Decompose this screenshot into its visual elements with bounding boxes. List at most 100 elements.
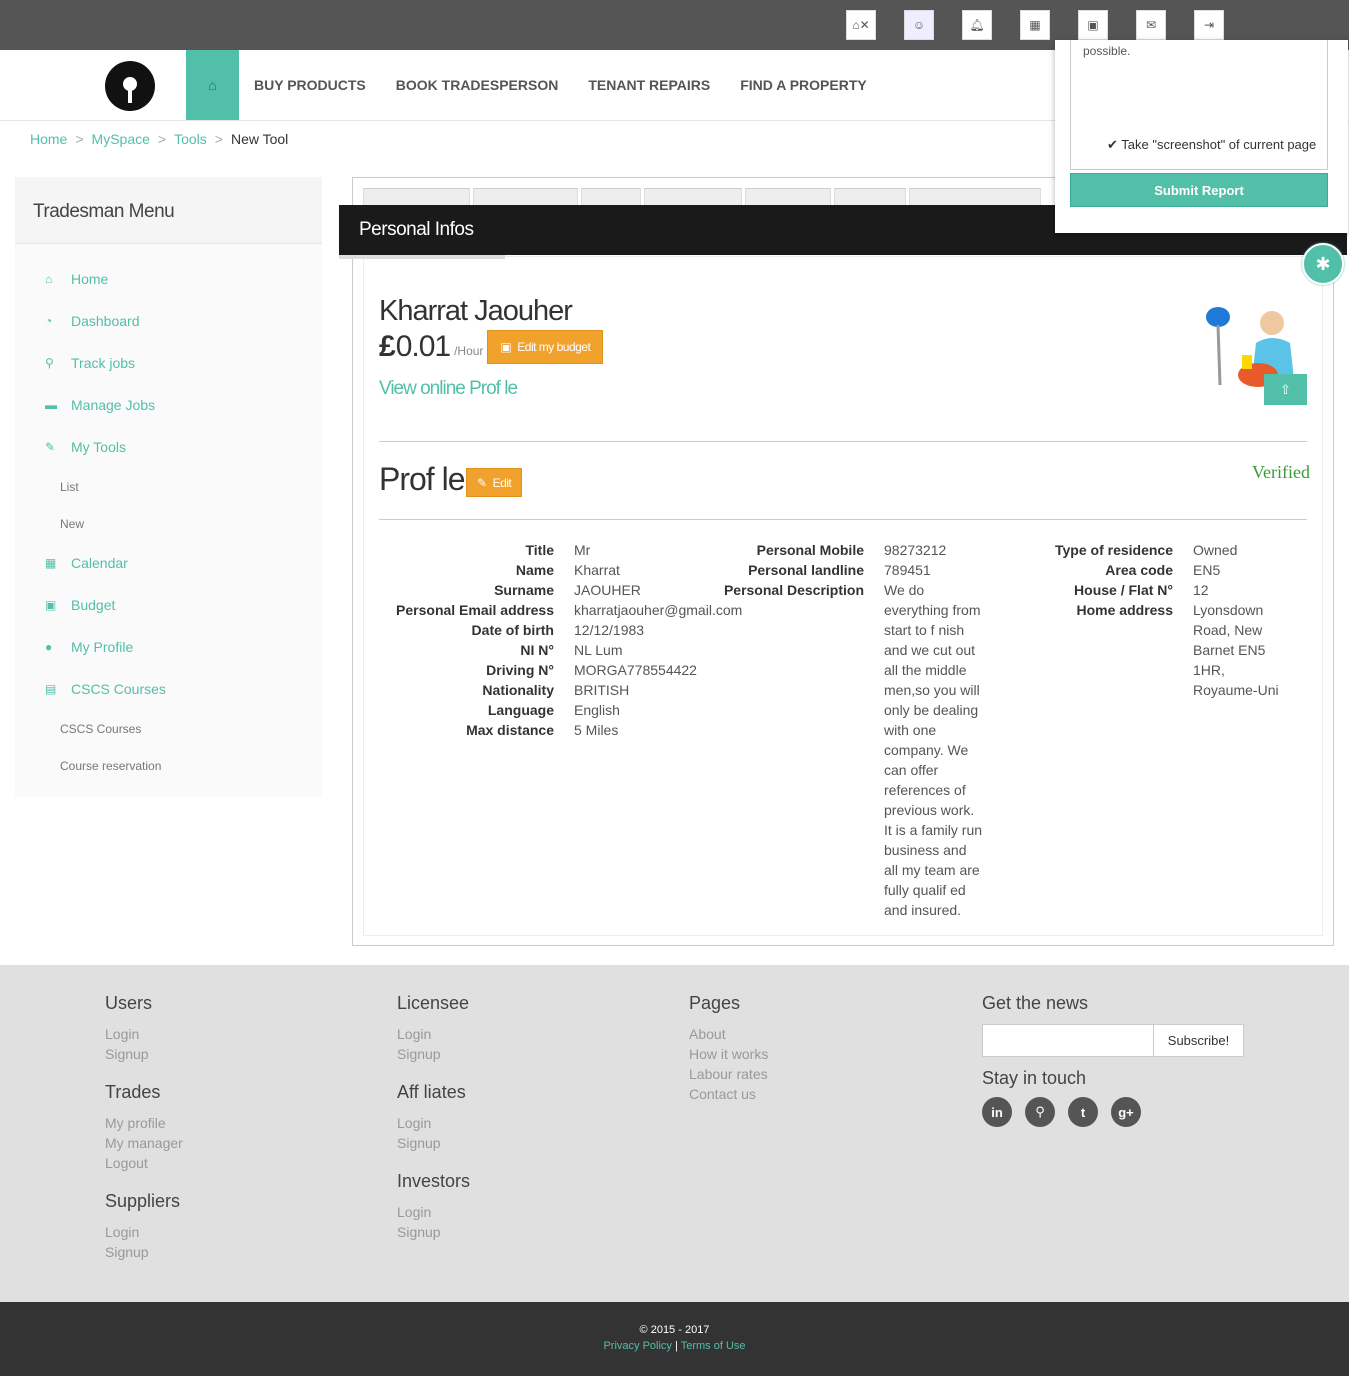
legal-links: Privacy Policy | Terms of Use [0,1340,1349,1352]
mail-icon[interactable]: ✉ [1136,10,1166,40]
linkedin-icon[interactable]: in [982,1097,1012,1127]
footer-link-how-it-works[interactable]: How it works [689,1044,768,1064]
person-name: Kharrat Jaouher [379,295,573,327]
detail-row: Area code EN5 [1000,560,1293,580]
sidebar-item-track-jobs[interactable]: ⚲ Track jobs [15,342,322,384]
footer-link-login[interactable]: Login [397,1024,470,1044]
subscribe-button[interactable]: Subscribe! [1154,1024,1244,1057]
map-marker-icon[interactable]: ⚲ [1025,1097,1055,1127]
bug-report-toggle[interactable]: ✱ [1302,243,1344,285]
tab[interactable] [745,188,831,206]
sidebar-subitem-new[interactable]: New [15,505,322,542]
sidebar-item-calendar[interactable]: ▦ Calendar [15,542,322,584]
tab[interactable] [363,188,470,206]
detail-row: Nationality BRITISH [379,680,734,700]
sidebar-item-cscs-courses[interactable]: ▤ CSCS Courses [15,668,322,710]
footer-heading: Licensee [397,993,470,1013]
tab[interactable] [473,188,578,206]
breadcrumb-tools[interactable]: Tools [174,131,207,147]
detail-row: Personal Email address kharratjaouher@gma… [379,600,742,620]
sidebar-item-manage-jobs[interactable]: ▬ Manage Jobs [15,384,322,426]
top-icons: ⌂✕ ☺ 🔔︎ ▦ ▣ ✉ ⇥ [846,10,1224,40]
logo[interactable] [105,61,155,111]
breadcrumb-separator: > [214,131,223,147]
divider [379,441,1307,442]
nav-tenant-repairs[interactable]: TENANT REPAIRS [588,77,710,93]
edit-profile-button[interactable]: ✎ Edit [466,468,523,497]
home-icon[interactable]: ⌂✕ [846,10,876,40]
bell-icon[interactable]: 🔔︎ [962,10,992,40]
twitter-icon[interactable]: t [1068,1097,1098,1127]
google-plus-icon[interactable]: g+ [1111,1097,1141,1127]
detail-row: Personal landline 789451 [690,560,984,580]
footer-link-signup[interactable]: Signup [105,1044,183,1064]
footer-link-signup[interactable]: Signup [397,1044,470,1064]
calendar-icon[interactable]: ▦ [1020,10,1050,40]
sign-out-icon[interactable]: ⇥ [1194,10,1224,40]
tab[interactable] [909,188,1041,206]
sidebar-item-my-tools[interactable]: ✎ My Tools [15,426,322,468]
sidebar-subitem-list[interactable]: List [15,468,322,505]
detail-value: Lyonsdown Road, New Barnet EN5 1HR, Roya… [1193,602,1279,698]
detail-value: 12 [1193,582,1209,598]
nav-home-button[interactable]: ⌂ [186,50,239,120]
sidebar-subitem-course-reservation[interactable]: Course reservation [15,747,322,784]
footer-link-login[interactable]: Login [105,1024,183,1044]
detail-label: Personal Email address [396,602,554,618]
breadcrumb-myspace[interactable]: MySpace [92,131,150,147]
footer-column-users: Users Login Signup Trades My profile My … [105,993,183,1280]
home-icon: ⌂ [45,272,53,286]
sidebar-item-dashboard[interactable]: ◔ Dashboard [15,300,322,342]
footer-column-pages: Pages About How it works Labour rates Co… [689,993,768,1122]
footer-link-my-profile[interactable]: My profile [105,1113,183,1133]
screenshot-checkbox[interactable]: ✔ Take "screenshot" of current page [1107,137,1316,153]
tab-strip [363,188,1041,206]
footer-link-about[interactable]: About [689,1024,768,1044]
submit-report-button[interactable]: Submit Report [1070,173,1328,207]
details-column-residence: Type of residence Owned Area code EN5 Hous… [1000,540,1293,700]
hourly-rate: £ 0.01 /Hour ▣ Edit my budget [379,330,604,364]
detail-row: Max distance 5 Miles [379,720,734,740]
nav-buy-products[interactable]: BUY PRODUCTS [254,77,366,93]
footer-link-my-manager[interactable]: My manager [105,1133,183,1153]
detail-row: NI N° NL Lum [379,640,734,660]
footer-link-login[interactable]: Login [397,1202,470,1222]
upload-photo-button[interactable]: ⇧ [1264,374,1307,405]
footer: Users Login Signup Trades My profile My … [0,965,1349,1302]
footer-link-login[interactable]: Login [397,1113,470,1133]
truck-icon: ▬ [45,398,57,412]
newsletter-email-input[interactable] [982,1024,1154,1057]
breadcrumb-home[interactable]: Home [30,131,67,147]
edit-budget-button[interactable]: ▣ Edit my budget [487,330,604,364]
sidebar-item-budget[interactable]: ▣ Budget [15,584,322,626]
tab[interactable] [644,188,742,206]
footer-link-signup[interactable]: Signup [105,1242,183,1262]
footer-link-login[interactable]: Login [105,1222,183,1242]
footer-link-signup[interactable]: Signup [397,1222,470,1242]
tab[interactable] [581,188,641,206]
avatar[interactable]: ☺ [904,10,934,40]
sidebar-item-home[interactable]: ⌂ Home [15,258,322,300]
sidebar-item-my-profile[interactable]: ● My Profile [15,626,322,668]
book-icon: ▤ [45,682,57,696]
footer-link-labour-rates[interactable]: Labour rates [689,1064,768,1084]
money-icon[interactable]: ▣ [1078,10,1108,40]
privacy-policy-link[interactable]: Privacy Policy [603,1340,671,1352]
terms-of-use-link[interactable]: Terms of Use [681,1340,746,1352]
footer-link-logout[interactable]: Logout [105,1153,183,1173]
money-icon: ▣ [500,340,512,354]
detail-row: Driving N° MORGA778554422 [379,660,734,680]
sidebar-subitem-cscs-courses[interactable]: CSCS Courses [15,710,322,747]
nav-find-property[interactable]: FIND A PROPERTY [740,77,867,93]
detail-label: Driving N° [486,662,554,678]
currency-symbol: £ [379,330,396,363]
detail-label: Personal Mobile [756,542,864,558]
nav-book-tradesperson[interactable]: BOOK TRADESPERSON [396,77,559,93]
footer-link-contact-us[interactable]: Contact us [689,1084,768,1104]
tab[interactable] [834,188,906,206]
legal-separator: | [675,1340,678,1352]
divider [379,519,1307,520]
verified-badge: Verified [1252,462,1310,482]
footer-link-signup[interactable]: Signup [397,1133,470,1153]
view-online-profile-link[interactable]: View online Prof le [379,378,518,400]
